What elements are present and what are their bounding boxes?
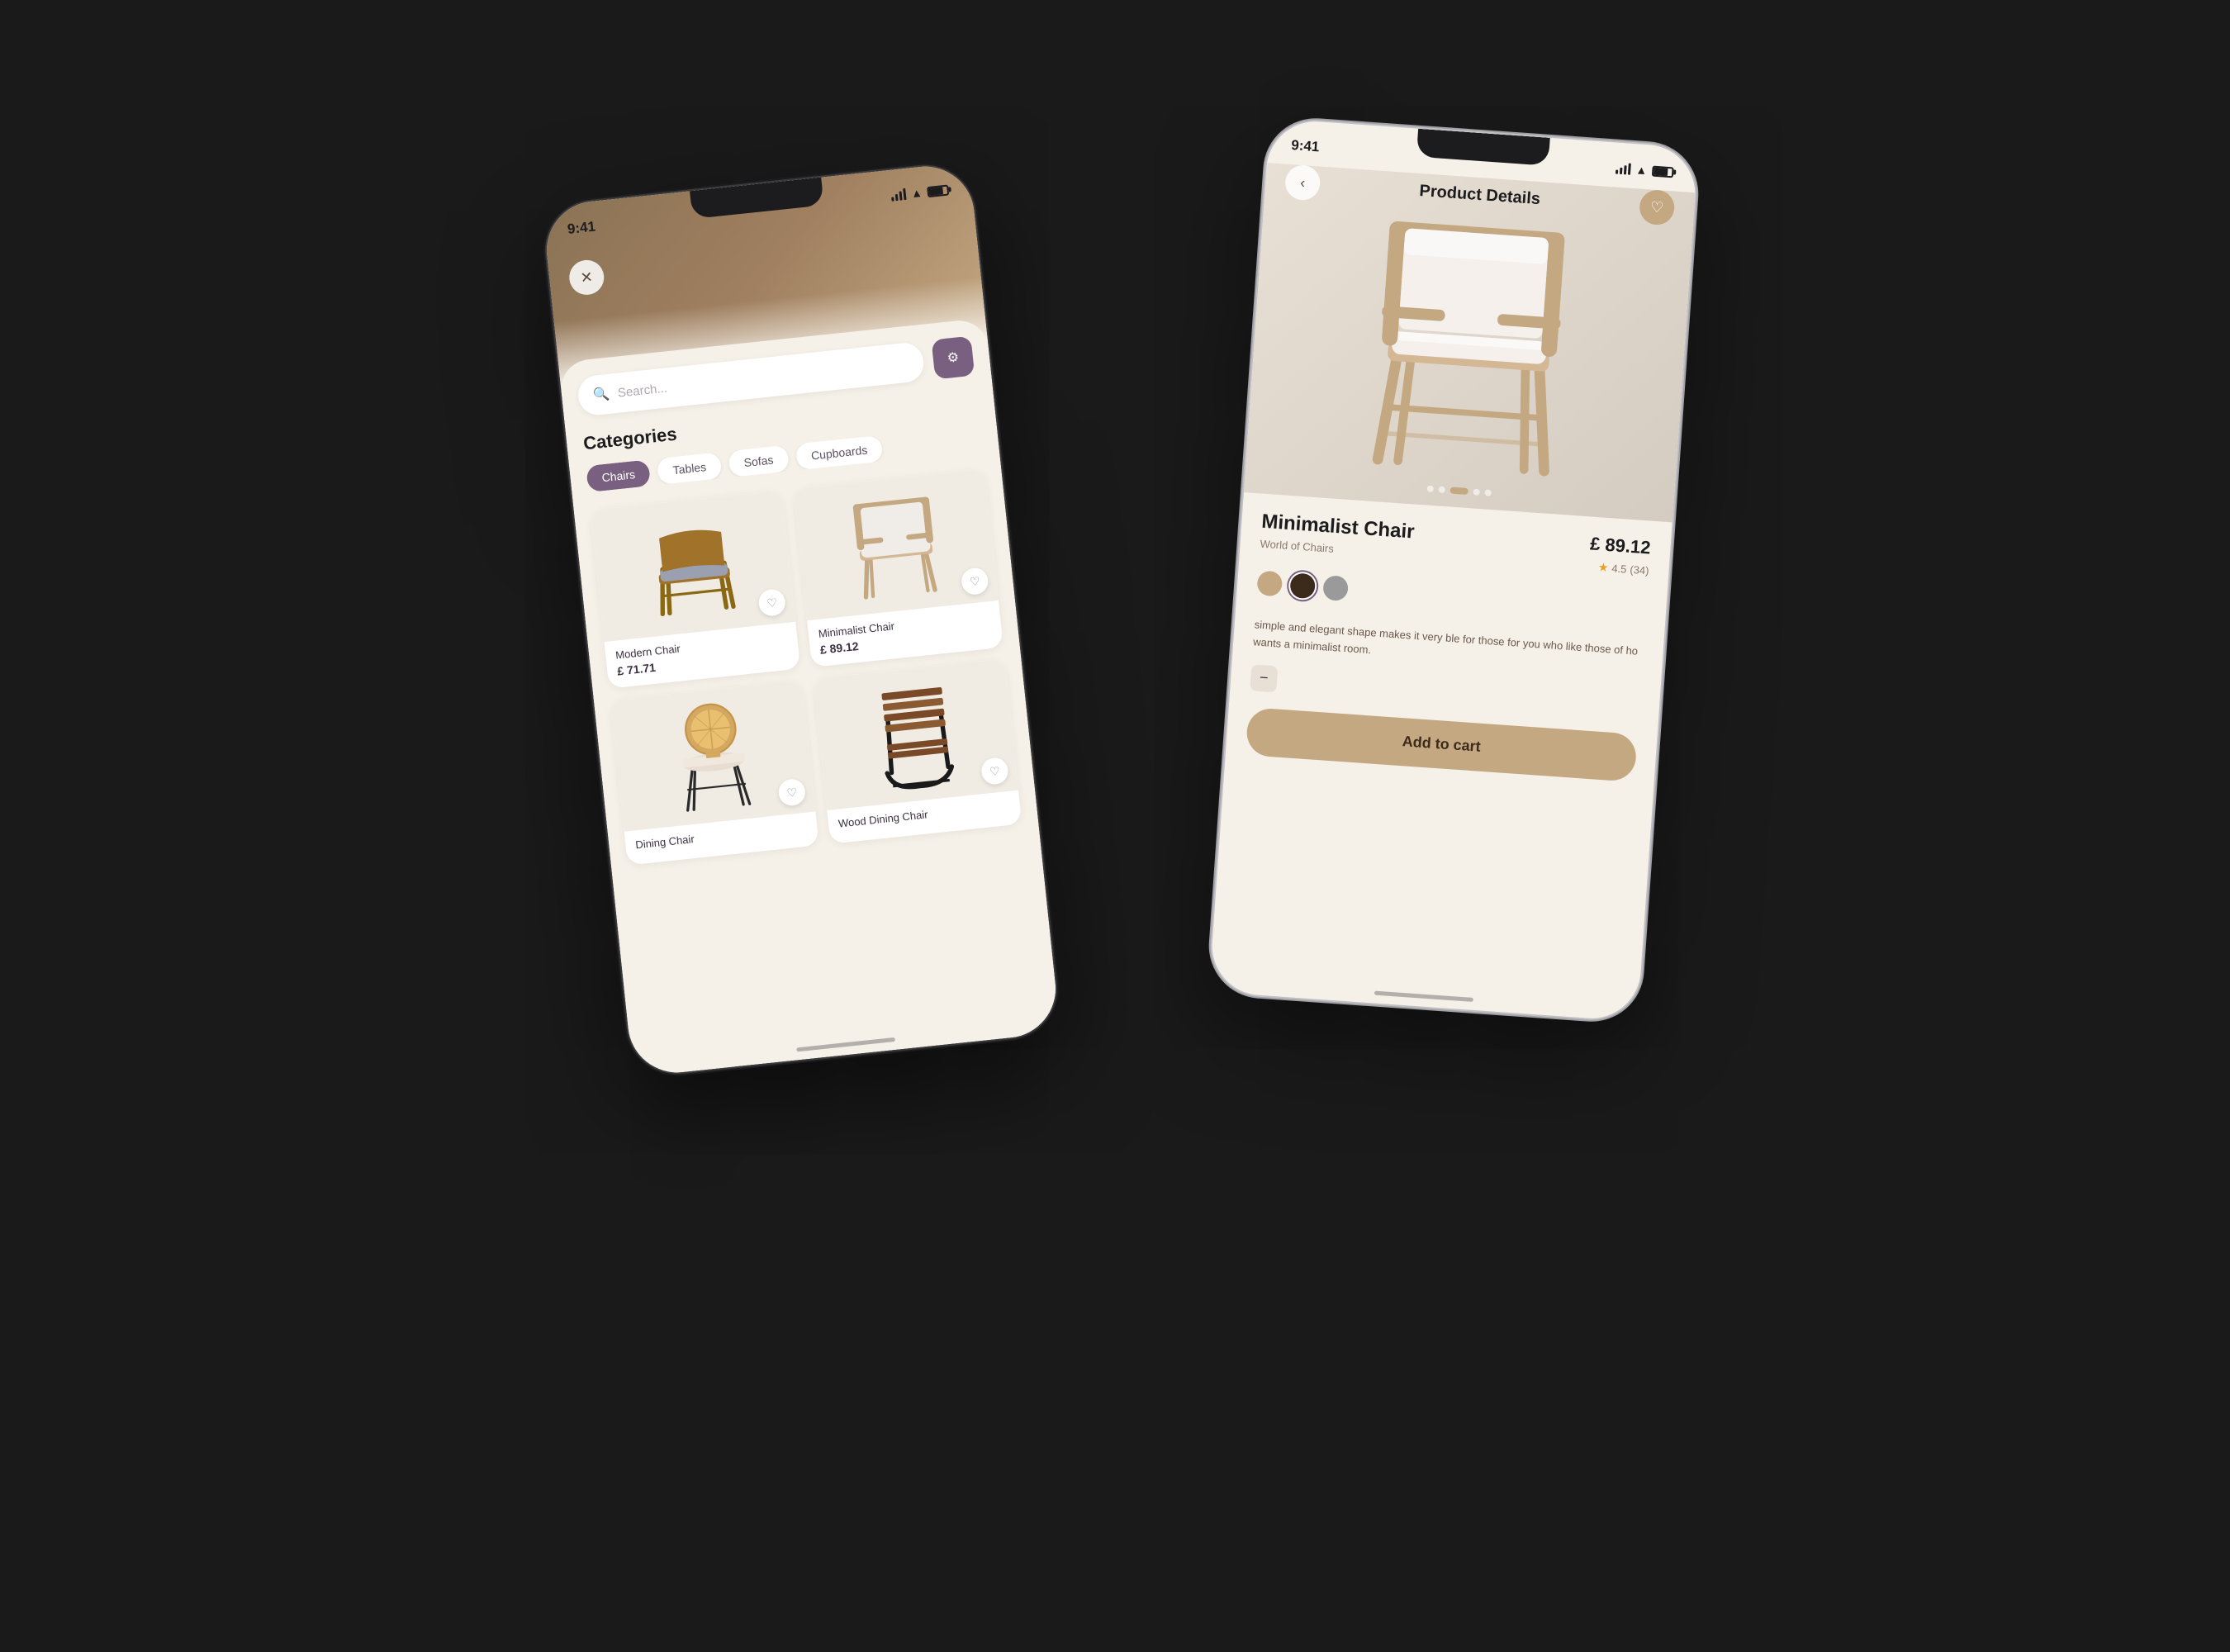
wifi-icon: ▲	[910, 186, 923, 200]
product-card-wood-dining-chair[interactable]: ♡ Wood Dining Chair	[814, 659, 1022, 844]
product-image-dining-chair: ♡	[610, 680, 815, 831]
product-brand: World of Chairs	[1260, 538, 1334, 555]
dining-chair-svg	[653, 693, 772, 819]
product-price-detail: £ 89.12	[1589, 533, 1651, 558]
dot-4	[1473, 488, 1480, 496]
review-count: (34)	[1630, 563, 1649, 577]
category-chip-cupboards[interactable]: Cupboards	[795, 435, 884, 471]
rating-value: 4.5	[1611, 562, 1627, 575]
right-home-indicator	[1374, 991, 1473, 1002]
details-screen: 9:41 ▲	[1209, 118, 1699, 1022]
product-image-minimalist-chair: ♡	[793, 469, 998, 620]
product-image-wood-dining-chair: ♡	[814, 659, 1018, 810]
dot-1	[1427, 486, 1435, 493]
favorite-modern-chair[interactable]: ♡	[757, 588, 786, 617]
minus-icon: −	[1259, 669, 1269, 687]
add-to-cart-button[interactable]: Add to cart	[1245, 707, 1638, 782]
filter-icon: ⚙	[947, 349, 960, 366]
left-phone: 9:41 ▲ ✕	[542, 162, 1060, 1078]
right-time: 9:41	[1291, 137, 1320, 155]
rating-row: ★ 4.5 (34)	[1597, 560, 1649, 577]
browse-screen: 9:41 ▲ ✕	[542, 162, 1060, 1078]
products-grid: ♡ Modern Chair £ 71.71	[591, 469, 1022, 866]
page-title: Product Details	[1419, 182, 1541, 209]
phones-container: 9:41 ▲ ✕	[537, 83, 1693, 1569]
modern-chair-svg	[633, 503, 752, 629]
category-chip-chairs[interactable]: Chairs	[586, 459, 651, 492]
stars-icon: ★	[1597, 560, 1609, 575]
signal-icon	[890, 188, 906, 202]
category-label-chairs: Chairs	[601, 468, 636, 484]
dot-2	[1438, 486, 1445, 493]
category-chip-tables[interactable]: Tables	[657, 452, 722, 485]
category-label-tables: Tables	[672, 460, 707, 477]
product-card-dining-chair[interactable]: ♡ Dining Chair	[610, 680, 819, 865]
product-card-modern-chair[interactable]: ♡ Modern Chair £ 71.71	[591, 491, 800, 689]
color-swatch-beige[interactable]	[1256, 570, 1283, 596]
right-battery-icon	[1652, 165, 1674, 178]
back-icon: ‹	[1300, 173, 1306, 191]
category-label-cupboards: Cupboards	[810, 444, 868, 463]
back-button[interactable]: ‹	[1284, 164, 1321, 202]
browse-content: 🔍 Search... ⚙ Categories Chairs Tables	[558, 318, 1060, 1078]
close-icon: ✕	[580, 268, 594, 287]
favorite-dining-chair[interactable]: ♡	[777, 778, 806, 807]
favorite-wood-dining-chair[interactable]: ♡	[980, 757, 1009, 786]
right-phone: 9:41 ▲	[1209, 118, 1699, 1022]
add-to-cart-label: Add to cart	[1402, 733, 1481, 756]
left-status-icons: ▲	[890, 183, 949, 202]
product-image-modern-chair: ♡	[591, 491, 795, 642]
search-placeholder: Search...	[617, 381, 667, 400]
wishlist-button[interactable]: ♡	[1639, 189, 1676, 226]
search-icon: 🔍	[592, 386, 610, 404]
heart-icon: ♡	[1649, 198, 1664, 216]
color-row	[1256, 570, 1349, 601]
hero-chair-svg	[1328, 193, 1611, 491]
image-dots	[1427, 486, 1492, 496]
color-swatch-gray[interactable]	[1322, 575, 1349, 601]
favorite-minimalist-chair[interactable]: ♡	[961, 567, 989, 596]
battery-icon	[927, 184, 949, 197]
right-wifi-icon: ▲	[1635, 163, 1648, 177]
details-content: Minimalist Chair £ 89.12 World of Chairs…	[1223, 492, 1672, 816]
right-signal-icon	[1616, 163, 1631, 175]
quantity-minus-button[interactable]: −	[1250, 664, 1278, 692]
category-label-sofas: Sofas	[743, 453, 774, 470]
dot-3	[1450, 487, 1468, 495]
filter-button[interactable]: ⚙	[931, 336, 975, 380]
left-time: 9:41	[567, 218, 596, 237]
right-status-icons: ▲	[1616, 162, 1674, 179]
minimalist-chair-svg	[837, 482, 956, 608]
product-card-minimalist-chair[interactable]: ♡ Minimalist Chair £ 89.12	[793, 469, 1003, 667]
color-swatch-dark-brown[interactable]	[1289, 572, 1316, 599]
category-chip-sofas[interactable]: Sofas	[728, 445, 790, 477]
dot-5	[1484, 489, 1492, 496]
wood-dining-chair-svg	[856, 672, 975, 798]
